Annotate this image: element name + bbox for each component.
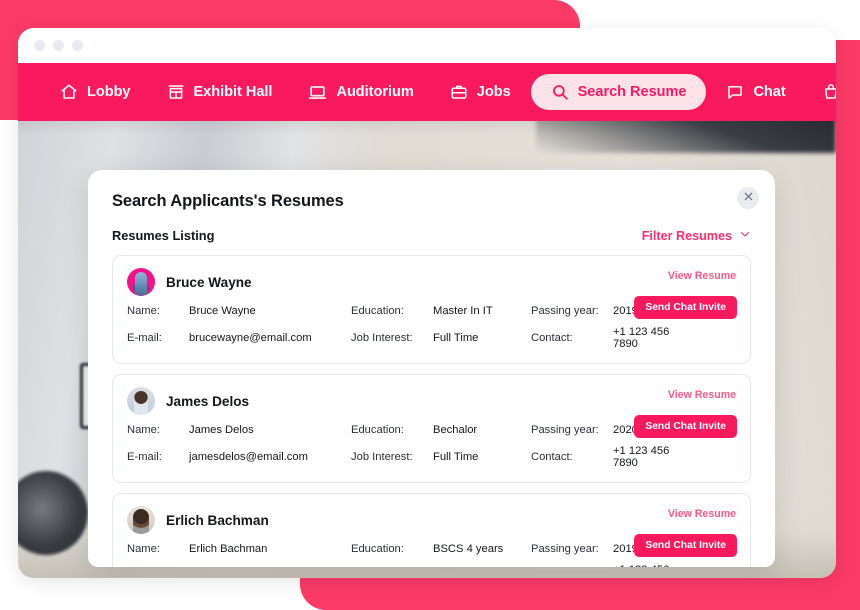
view-resume-link[interactable]: View Resume [668, 508, 736, 520]
modal-close-button[interactable] [737, 187, 759, 209]
page-viewport: Lobby Exhibit Hall Auditorium Jobs Searc… [18, 63, 836, 578]
main-navigation: Lobby Exhibit Hall Auditorium Jobs Searc… [18, 63, 836, 121]
field-value-education: BSCS 4 years [433, 543, 504, 555]
avatar [127, 387, 155, 415]
filter-resumes-label: Filter Resumes [641, 228, 732, 243]
field-label-passing-year: Passing year: [531, 424, 599, 436]
applicant-name: James Delos [166, 393, 250, 409]
nav-label: Chat [753, 84, 786, 100]
window-maximize-dot[interactable] [72, 40, 83, 51]
applicant-fields: Name: Bruce Wayne Education: Master In I… [127, 305, 687, 350]
applicant-header: Erlich Bachman [127, 506, 736, 534]
field-label-job-interest: Job Interest: [351, 451, 413, 463]
nav-item-jobs[interactable]: Jobs [434, 74, 527, 110]
applicant-name: Erlich Bachman [166, 512, 269, 528]
nav-item-lobby[interactable]: Lobby [44, 74, 147, 110]
chevron-down-icon [739, 228, 751, 243]
resumes-list: Bruce Wayne View Resume Send Chat Invite… [112, 255, 751, 567]
view-resume-link[interactable]: View Resume [668, 270, 736, 282]
field-label-email: E-mail: [127, 332, 162, 344]
field-value-name: James Delos [189, 424, 254, 436]
window-minimize-dot[interactable] [53, 40, 64, 51]
window-close-dot[interactable] [34, 40, 45, 51]
store-icon [167, 83, 185, 101]
send-chat-invite-button[interactable]: Send Chat Invite [634, 415, 737, 438]
laptop-icon [308, 83, 327, 102]
field-value-contact: +1 123 456 7890 [613, 564, 687, 567]
modal-title: Search Applicants's Resumes [112, 192, 344, 210]
field-label-job-interest: Job Interest: [351, 332, 413, 344]
field-value-email: jamesdelos@email.com [189, 451, 308, 463]
applicant-header: Bruce Wayne [127, 268, 736, 296]
applicant-header: James Delos [127, 387, 736, 415]
field-label-contact: Contact: [531, 451, 573, 463]
field-value-email: brucewayne@email.com [189, 332, 312, 344]
field-label-email: E-mail: [127, 451, 162, 463]
field-value-education: Bechalor [433, 424, 478, 436]
applicant-name: Bruce Wayne [166, 274, 252, 290]
modal-subheader-row: Resumes Listing Filter Resumes [112, 228, 751, 243]
send-chat-invite-button[interactable]: Send Chat Invite [634, 296, 737, 319]
field-label-contact: Contact: [531, 332, 573, 344]
field-value-job-interest: Full Time [433, 332, 479, 344]
field-value-education: Master In IT [433, 305, 493, 317]
nav-item-auditorium[interactable]: Auditorium [292, 74, 429, 111]
home-icon [60, 83, 78, 101]
view-resume-link[interactable]: View Resume [668, 389, 736, 401]
nav-label: Jobs [476, 84, 511, 100]
send-chat-invite-button[interactable]: Send Chat Invite [634, 534, 737, 557]
field-label-passing-year: Passing year: [531, 305, 599, 317]
close-icon [743, 189, 754, 207]
nav-item-search-resume[interactable]: Search Resume [530, 74, 707, 110]
search-icon [551, 83, 569, 101]
nav-label: Lobby [87, 84, 131, 100]
field-label-education: Education: [351, 543, 404, 555]
nav-item-chat[interactable]: Chat [710, 74, 801, 110]
applicant-fields: Name: Erlich Bachman Education: BSCS 4 y… [127, 543, 687, 567]
field-value-name: Erlich Bachman [189, 543, 268, 555]
nav-item-exhibit-hall[interactable]: Exhibit Hall [151, 74, 289, 110]
resumes-listing-label: Resumes Listing [112, 228, 215, 243]
field-value-contact: +1 123 456 7890 [613, 445, 670, 469]
field-label-name: Name: [127, 305, 160, 317]
nav-label: Search Resume [577, 84, 687, 100]
nav-label: Exhibit Hall [193, 84, 273, 100]
avatar [127, 506, 155, 534]
resume-card[interactable]: Erlich Bachman View Resume Send Chat Inv… [112, 493, 751, 567]
browser-window: Lobby Exhibit Hall Auditorium Jobs Searc… [18, 28, 836, 578]
resume-card[interactable]: James Delos View Resume Send Chat Invite… [112, 374, 751, 483]
window-titlebar [18, 28, 836, 63]
resume-card[interactable]: Bruce Wayne View Resume Send Chat Invite… [112, 255, 751, 364]
field-value-job-interest: Full Time [433, 451, 479, 463]
briefcase-icon [450, 83, 468, 101]
field-label-passing-year: Passing year: [531, 543, 599, 555]
field-label-name: Name: [127, 543, 160, 555]
field-label-education: Education: [351, 305, 404, 317]
filter-resumes-dropdown[interactable]: Filter Resumes [642, 228, 751, 243]
shopping-bag-icon [822, 83, 836, 101]
nav-label: Auditorium [336, 84, 414, 100]
field-label-education: Education: [351, 424, 404, 436]
avatar [127, 268, 155, 296]
applicant-fields: Name: James Delos Education: Bechalor Pa… [127, 424, 687, 469]
field-value-contact: +1 123 456 7890 [613, 326, 670, 350]
chat-bubble-icon [726, 83, 744, 101]
nav-item-swag-bag[interactable]: Swag Bag [806, 74, 836, 110]
search-resumes-modal: Search Applicants's Resumes Resumes List… [88, 170, 775, 567]
field-label-name: Name: [127, 424, 160, 436]
field-value-name: Bruce Wayne [189, 305, 256, 317]
